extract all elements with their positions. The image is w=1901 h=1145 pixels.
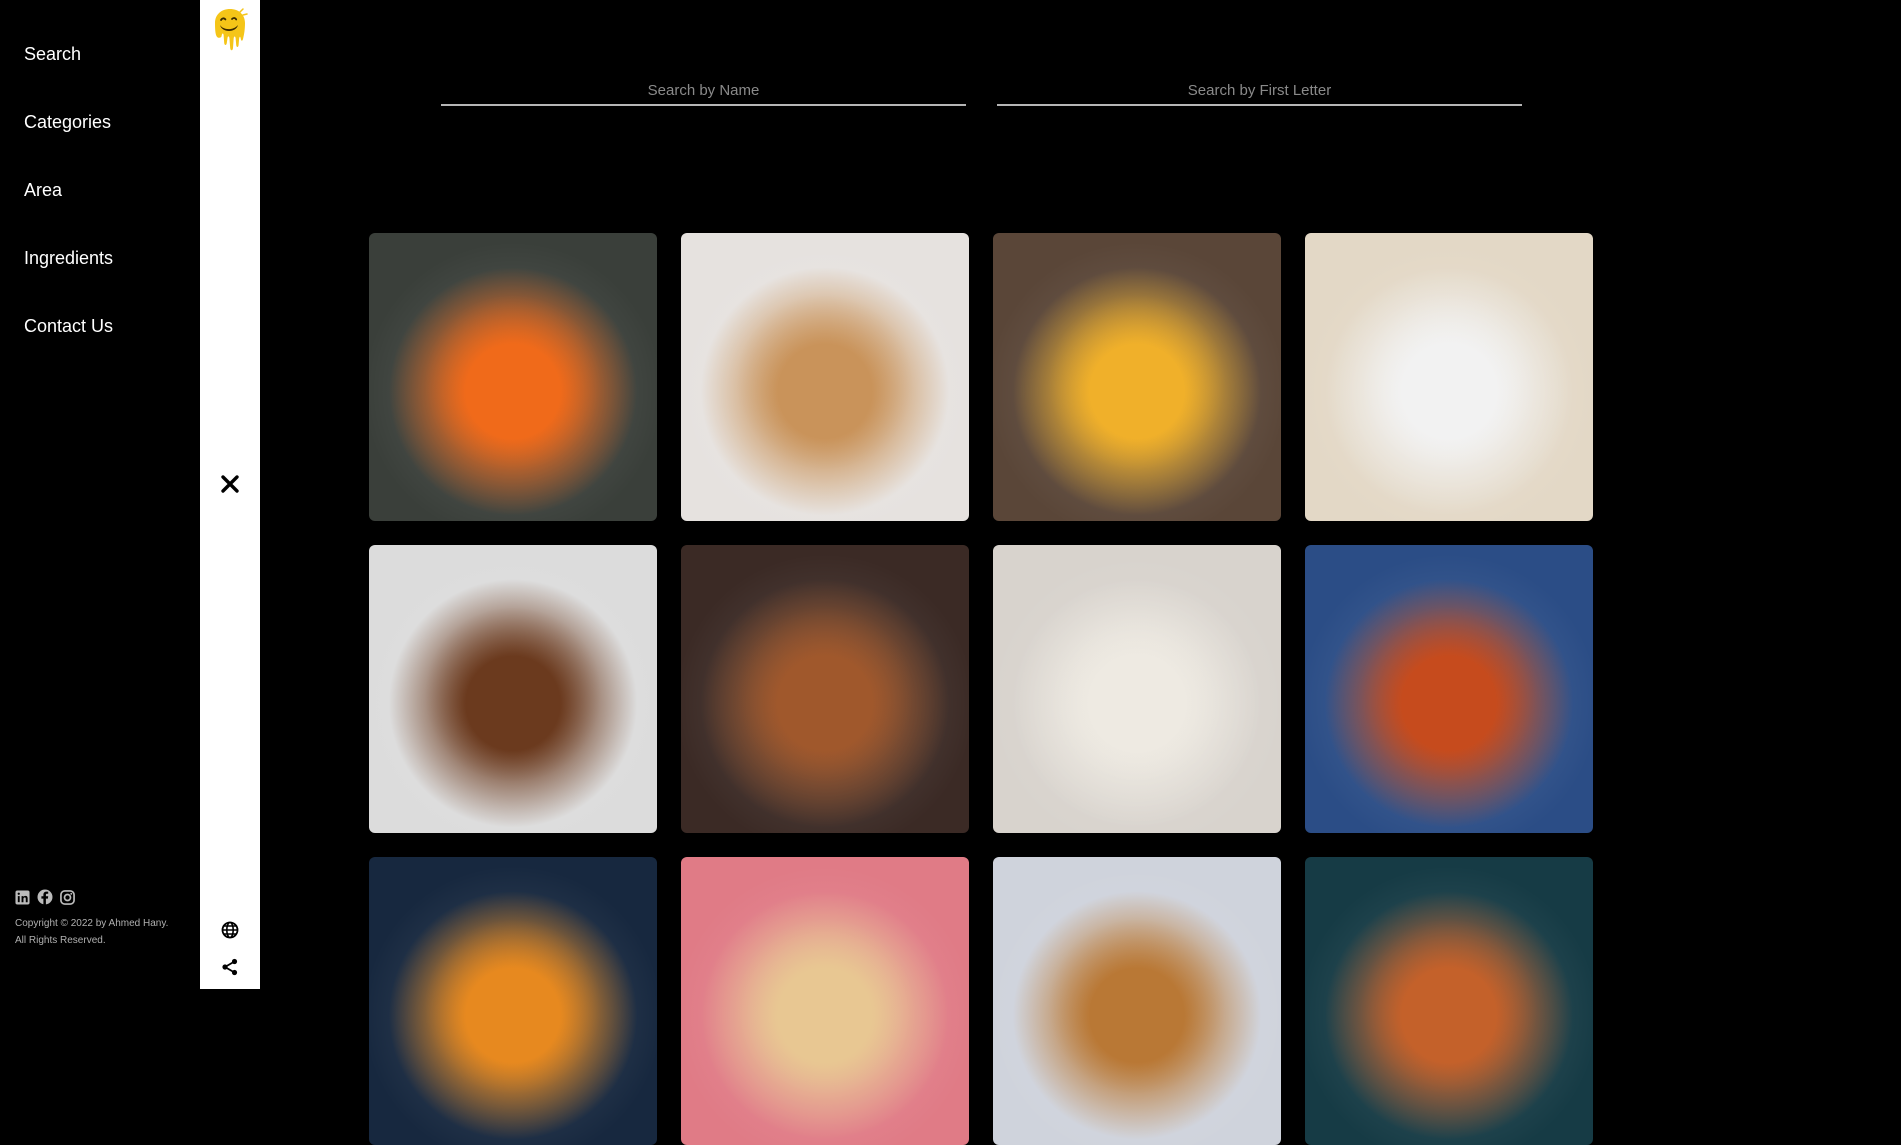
meal-card-fried-pastries[interactable] [993,857,1281,1145]
facebook-icon[interactable] [37,889,53,905]
side-footer: Copyright © 2022 by Ahmed Hany. All Righ… [15,889,168,949]
meal-card-harira-soup[interactable] [1305,857,1593,1145]
close-icon[interactable] [216,470,244,498]
nav-item-categories[interactable]: Categories [24,108,113,176]
meal-card-burger[interactable] [369,857,657,1145]
meal-card-sushi[interactable] [369,233,657,521]
meal-image [420,296,606,470]
meal-grid [369,233,1593,1145]
meal-image [1356,920,1542,1094]
meal-image [1044,920,1230,1094]
meal-image [420,920,606,1094]
meal-image [420,608,606,782]
logo-icon[interactable] [210,6,250,54]
search-by-first-letter-input[interactable] [997,76,1522,106]
meal-image [732,608,918,782]
linkedin-icon[interactable] [15,889,30,905]
meal-card-liver-and-onions[interactable] [681,545,969,833]
meal-card-lentil-soup[interactable] [993,233,1281,521]
meal-image [1356,608,1542,782]
share-icon[interactable] [220,957,240,977]
meal-image [732,296,918,470]
meal-image [1044,296,1230,470]
meal-card-dumplings[interactable] [993,545,1281,833]
meal-image [1044,608,1230,782]
main-content [260,0,1901,1145]
meal-card-lasagna[interactable] [681,857,969,1145]
meal-image [732,920,918,1094]
instagram-icon[interactable] [60,889,75,905]
social-links [15,889,168,905]
nav-item-area[interactable]: Area [24,176,113,244]
side-panel: Search Categories Area Ingredients Conta… [0,0,200,989]
nav-item-ingredients[interactable]: Ingredients [24,244,113,312]
meal-card-stuffed-potato[interactable] [1305,233,1593,521]
copyright-line: Copyright © 2022 by Ahmed Hany. [15,918,169,929]
meal-card-vegetable-stew[interactable] [1305,545,1593,833]
nav-menu: Search Categories Area Ingredients Conta… [24,40,113,380]
meal-card-falafel[interactable] [369,545,657,833]
search-by-name-input[interactable] [441,76,966,106]
side-strip [200,0,260,989]
rights-line: All Rights Reserved. [15,935,106,946]
nav-item-contact-us[interactable]: Contact Us [24,312,113,380]
nav-item-search[interactable]: Search [24,40,113,108]
copyright-text: Copyright © 2022 by Ahmed Hany. All Righ… [15,915,168,949]
meal-card-meat-pie[interactable] [681,233,969,521]
globe-icon[interactable] [220,920,240,940]
meal-image [1356,296,1542,470]
